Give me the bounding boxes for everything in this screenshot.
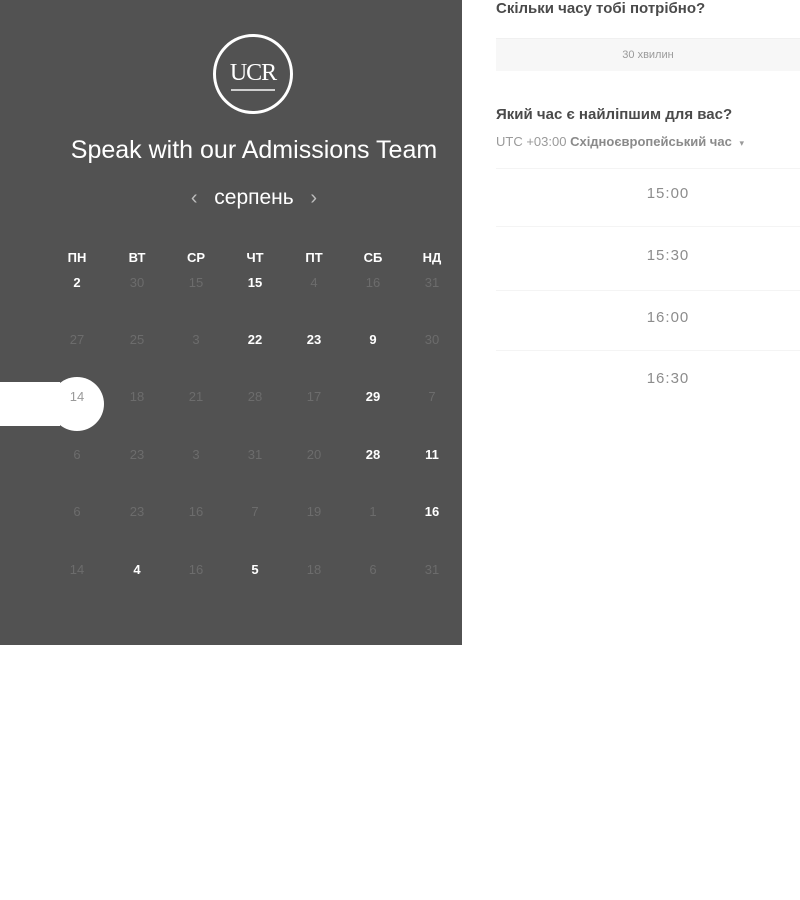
calendar-day[interactable]: 2 xyxy=(57,275,97,291)
timezone-offset: UTC +03:00 xyxy=(496,134,567,149)
weekday-header: ВТ xyxy=(128,250,146,265)
calendar-day-selected[interactable]: 14 xyxy=(57,389,97,405)
calendar-day[interactable]: 4 xyxy=(117,562,157,578)
calendar-day: 7 xyxy=(428,389,436,404)
time-slot[interactable]: 16:00 xyxy=(496,309,800,326)
calendar-day: 6 xyxy=(369,562,377,577)
slot-separator xyxy=(496,168,800,169)
calendar-day: 19 xyxy=(306,504,322,519)
calendar-day: 31 xyxy=(424,562,440,577)
weekday-header: ПТ xyxy=(305,250,323,265)
timezone-name: Східноєвропейський час xyxy=(570,134,732,149)
time-slot[interactable]: 15:30 xyxy=(496,247,800,264)
slot-separator xyxy=(496,226,800,227)
calendar-day: 7 xyxy=(251,504,259,519)
calendar-day: 16 xyxy=(188,562,204,577)
calendar-day: 14 xyxy=(69,562,85,577)
prev-month-button[interactable]: ‹ xyxy=(174,186,214,210)
calendar-day[interactable]: 9 xyxy=(353,332,393,348)
booking-page: UCR Speak with our Admissions Team ‹ сер… xyxy=(0,0,800,900)
slot-separator xyxy=(496,290,800,291)
calendar-day: 6 xyxy=(73,504,81,519)
calendar-day: 4 xyxy=(310,275,318,290)
calendar-day[interactable]: 15 xyxy=(235,275,275,291)
month-navigation: ‹ серпень › xyxy=(0,186,508,210)
weekday-header: ПН xyxy=(67,250,87,265)
month-label: серпень xyxy=(214,186,294,209)
calendar-day[interactable]: 11 xyxy=(412,447,452,463)
calendar-day: 18 xyxy=(129,389,145,404)
duration-selector[interactable]: 30 хвилин xyxy=(496,38,800,71)
weekday-header: СБ xyxy=(363,250,383,265)
calendar-day[interactable]: 28 xyxy=(353,447,393,463)
calendar-day[interactable]: 22 xyxy=(235,332,275,348)
calendar-day: 23 xyxy=(129,447,145,462)
weekday-header: СР xyxy=(186,250,206,265)
calendar-day: 3 xyxy=(192,447,200,462)
calendar-day: 18 xyxy=(306,562,322,577)
calendar-day: 25 xyxy=(129,332,145,347)
chevron-down-icon: ▾ xyxy=(739,138,744,148)
calendar-day: 3 xyxy=(192,332,200,347)
logo-text: UCR xyxy=(229,60,277,86)
calendar-day[interactable]: 16 xyxy=(412,504,452,520)
timezone-selector[interactable]: UTC +03:00 Східноєвропейський час ▾ xyxy=(496,134,744,149)
calendar-day: 17 xyxy=(306,389,322,404)
slot-separator xyxy=(496,350,800,351)
calendar-day: 30 xyxy=(129,275,145,290)
calendar-day: 31 xyxy=(247,447,263,462)
time-slot[interactable]: 16:30 xyxy=(496,370,800,387)
calendar-day[interactable]: 23 xyxy=(294,332,334,348)
calendar-day[interactable]: 29 xyxy=(353,389,393,405)
booking-options: Скільки часу тобі потрібно? 30 хвилин Як… xyxy=(496,0,800,900)
calendar-day: 31 xyxy=(424,275,440,290)
time-slot[interactable]: 15:00 xyxy=(496,185,800,202)
calendar-day: 21 xyxy=(188,389,204,404)
weekday-header: НД xyxy=(422,250,442,265)
time-question: Який час є найліпшим для вас? xyxy=(496,106,733,123)
next-month-button[interactable]: › xyxy=(294,186,334,210)
calendar-day[interactable]: 5 xyxy=(235,562,275,578)
calendar-day: 16 xyxy=(188,504,204,519)
calendar-day: 20 xyxy=(306,447,322,462)
calendar-day: 27 xyxy=(69,332,85,347)
duration-question: Скільки часу тобі потрібно? xyxy=(496,0,706,17)
calendar-day: 1 xyxy=(369,504,377,519)
calendar-day: 28 xyxy=(247,389,263,404)
calendar-day: 16 xyxy=(365,275,381,290)
panel-title: Speak with our Admissions Team xyxy=(70,136,438,164)
ucr-logo: UCR xyxy=(213,34,293,114)
calendar-day: 15 xyxy=(188,275,204,290)
calendar-day: 23 xyxy=(129,504,145,519)
calendar-day: 6 xyxy=(73,447,81,462)
calendar-day: 30 xyxy=(424,332,440,347)
logo-subtitle-line xyxy=(231,89,275,91)
weekday-header: ЧТ xyxy=(246,250,264,265)
calendar-panel: UCR Speak with our Admissions Team ‹ сер… xyxy=(0,0,462,645)
